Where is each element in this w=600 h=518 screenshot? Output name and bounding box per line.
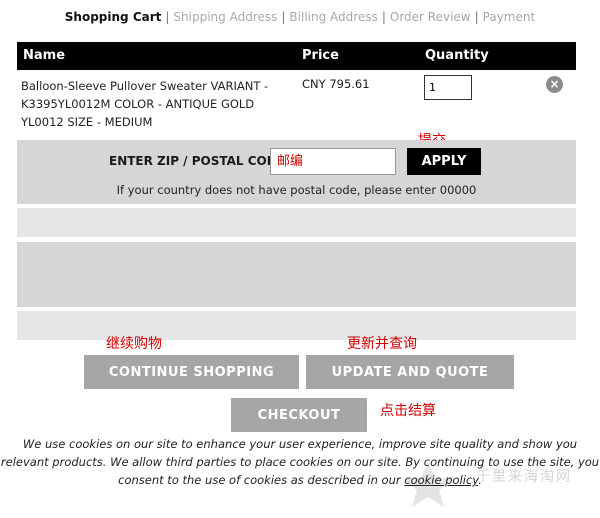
breadcrumb-separator: | xyxy=(281,10,286,24)
breadcrumb: Shopping Cart | Shipping Address | Billing A… xyxy=(0,10,600,24)
breadcrumb-separator: | xyxy=(165,10,170,24)
summary-bar xyxy=(17,311,576,340)
summary-bar xyxy=(17,208,576,237)
header-name: Name xyxy=(23,48,66,63)
item-price: CNY 795.61 xyxy=(302,77,370,91)
zip-input[interactable] xyxy=(270,148,396,175)
continue-shopping-button[interactable]: CONTINUE SHOPPING xyxy=(84,355,299,389)
cookie-policy-link[interactable]: cookie policy xyxy=(404,473,478,487)
totals-panel xyxy=(17,242,576,307)
breadcrumb-payment[interactable]: Payment xyxy=(483,10,536,24)
cart-table-header: Name Price Quantity xyxy=(17,42,576,70)
breadcrumb-separator: | xyxy=(474,10,479,24)
breadcrumb-shopping-cart[interactable]: Shopping Cart xyxy=(65,10,162,24)
zip-label: ENTER ZIP / POSTAL CODE xyxy=(109,154,285,168)
zip-panel: ENTER ZIP / POSTAL CODE APPLY If your co… xyxy=(17,140,576,204)
breadcrumb-order-review[interactable]: Order Review xyxy=(390,10,471,24)
zip-help-text: If your country does not have postal cod… xyxy=(116,183,477,197)
update-and-quote-button[interactable]: UPDATE AND QUOTE xyxy=(306,355,514,389)
cookie-notice: We use cookies on our site to enhance yo… xyxy=(0,435,600,489)
breadcrumb-separator: | xyxy=(381,10,386,24)
item-name: Balloon-Sleeve Pullover Sweater VARIANT … xyxy=(21,79,269,129)
cookie-text-end: . xyxy=(478,473,482,487)
annotation-update: 更新并查询 xyxy=(347,336,417,352)
close-circle-icon[interactable]: × xyxy=(546,76,563,93)
breadcrumb-billing-address[interactable]: Billing Address xyxy=(289,10,377,24)
cookie-text: We use cookies on our site to enhance yo… xyxy=(0,437,600,487)
apply-button[interactable]: APPLY xyxy=(407,148,481,175)
breadcrumb-shipping-address[interactable]: Shipping Address xyxy=(173,10,277,24)
header-price: Price xyxy=(302,48,339,63)
quantity-input[interactable] xyxy=(424,75,472,100)
annotation-continue: 继续购物 xyxy=(106,336,162,352)
header-quantity: Quantity xyxy=(425,48,489,63)
checkout-button[interactable]: CHECKOUT xyxy=(231,398,367,432)
annotation-checkout: 点击结算 xyxy=(380,403,436,419)
